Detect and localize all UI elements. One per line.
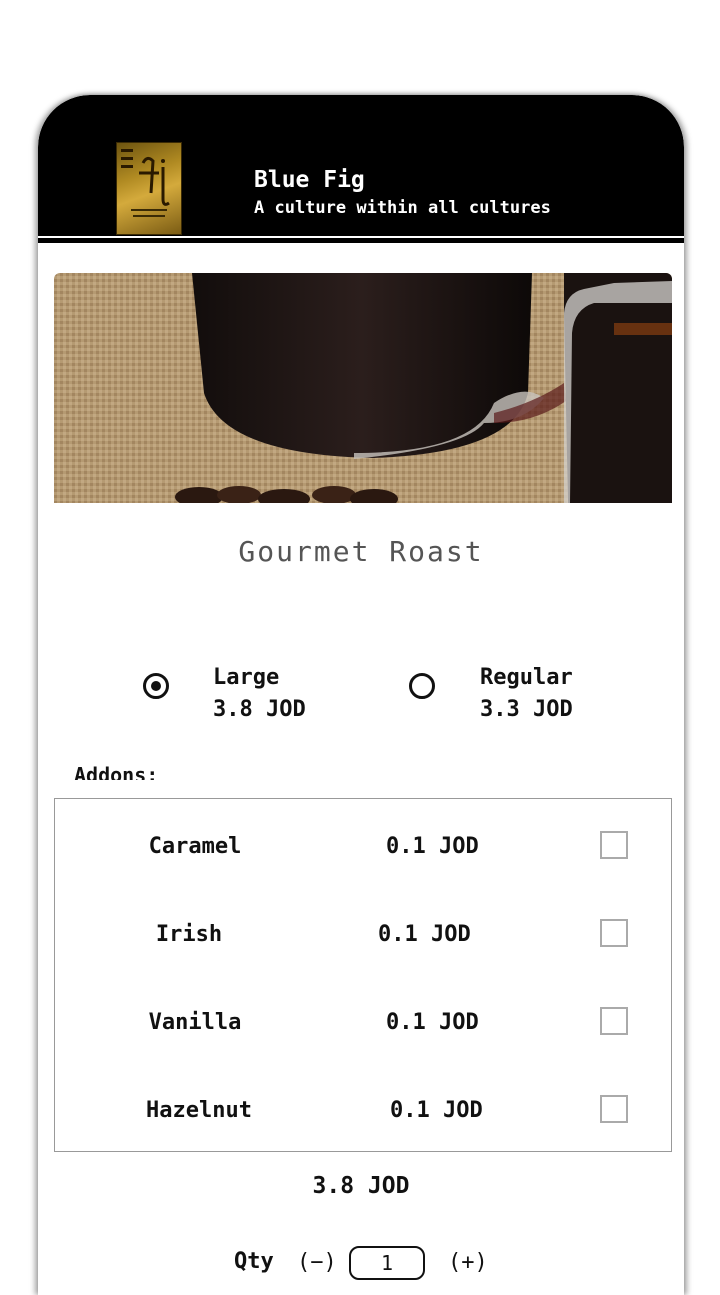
- addon-name: Irish: [155, 922, 223, 947]
- size-large-price: 3.8 JOD: [213, 697, 306, 722]
- size-regular-label: Regular: [480, 665, 573, 690]
- addon-irish-checkbox[interactable]: [600, 919, 628, 947]
- addon-hazelnut-checkbox[interactable]: [600, 1095, 628, 1123]
- size-large-label: Large: [213, 665, 280, 690]
- addon-caramel-checkbox[interactable]: [600, 831, 628, 859]
- addon-row-vanilla: Vanilla 0.1 JOD: [55, 1002, 671, 1046]
- addon-row-hazelnut: Hazelnut 0.1 JOD: [55, 1090, 671, 1134]
- addon-row-irish: Irish 0.1 JOD: [55, 914, 671, 958]
- qty-value-field[interactable]: 1: [349, 1246, 425, 1280]
- brand-title: Blue Fig: [254, 167, 365, 193]
- addon-price: 0.1 JOD: [378, 922, 471, 947]
- product-card: Blue Fig A culture within all cultures G…: [38, 95, 684, 1295]
- app-header: Blue Fig A culture within all cultures: [38, 95, 684, 236]
- addon-row-caramel: Caramel 0.1 JOD: [55, 826, 671, 870]
- addon-name: Vanilla: [148, 1010, 242, 1035]
- header-divider: [38, 236, 684, 243]
- blue-fig-logo-icon: [116, 142, 182, 235]
- product-name: Gourmet Roast: [238, 535, 484, 568]
- addon-name: Hazelnut: [146, 1098, 252, 1123]
- addons-list: Caramel 0.1 JOD Irish 0.1 JOD Vanilla 0.…: [54, 798, 672, 1152]
- qty-decrement-button[interactable]: (−): [297, 1249, 337, 1279]
- addon-price: 0.1 JOD: [386, 1010, 479, 1035]
- total-price: 3.8 JOD: [312, 1173, 410, 1199]
- addon-price: 0.1 JOD: [386, 834, 479, 859]
- qty-label: Qty: [234, 1249, 274, 1274]
- size-option-large[interactable]: Large 3.8 JOD: [138, 665, 358, 725]
- addon-price: 0.1 JOD: [390, 1098, 483, 1123]
- size-regular-price: 3.3 JOD: [480, 697, 573, 722]
- coffee-cups-photo-icon: [54, 273, 672, 503]
- size-option-regular[interactable]: Regular 3.3 JOD: [405, 665, 625, 725]
- size-regular-radio[interactable]: [409, 673, 435, 699]
- qty-increment-button[interactable]: (+): [448, 1249, 488, 1279]
- addon-vanilla-checkbox[interactable]: [600, 1007, 628, 1035]
- addons-label: Addons:: [74, 763, 159, 780]
- size-large-radio[interactable]: [143, 673, 169, 699]
- brand-tagline: A culture within all cultures: [254, 198, 551, 218]
- quantity-stepper: Qty (−) 1 (+): [38, 1243, 684, 1283]
- addon-name: Caramel: [148, 834, 242, 859]
